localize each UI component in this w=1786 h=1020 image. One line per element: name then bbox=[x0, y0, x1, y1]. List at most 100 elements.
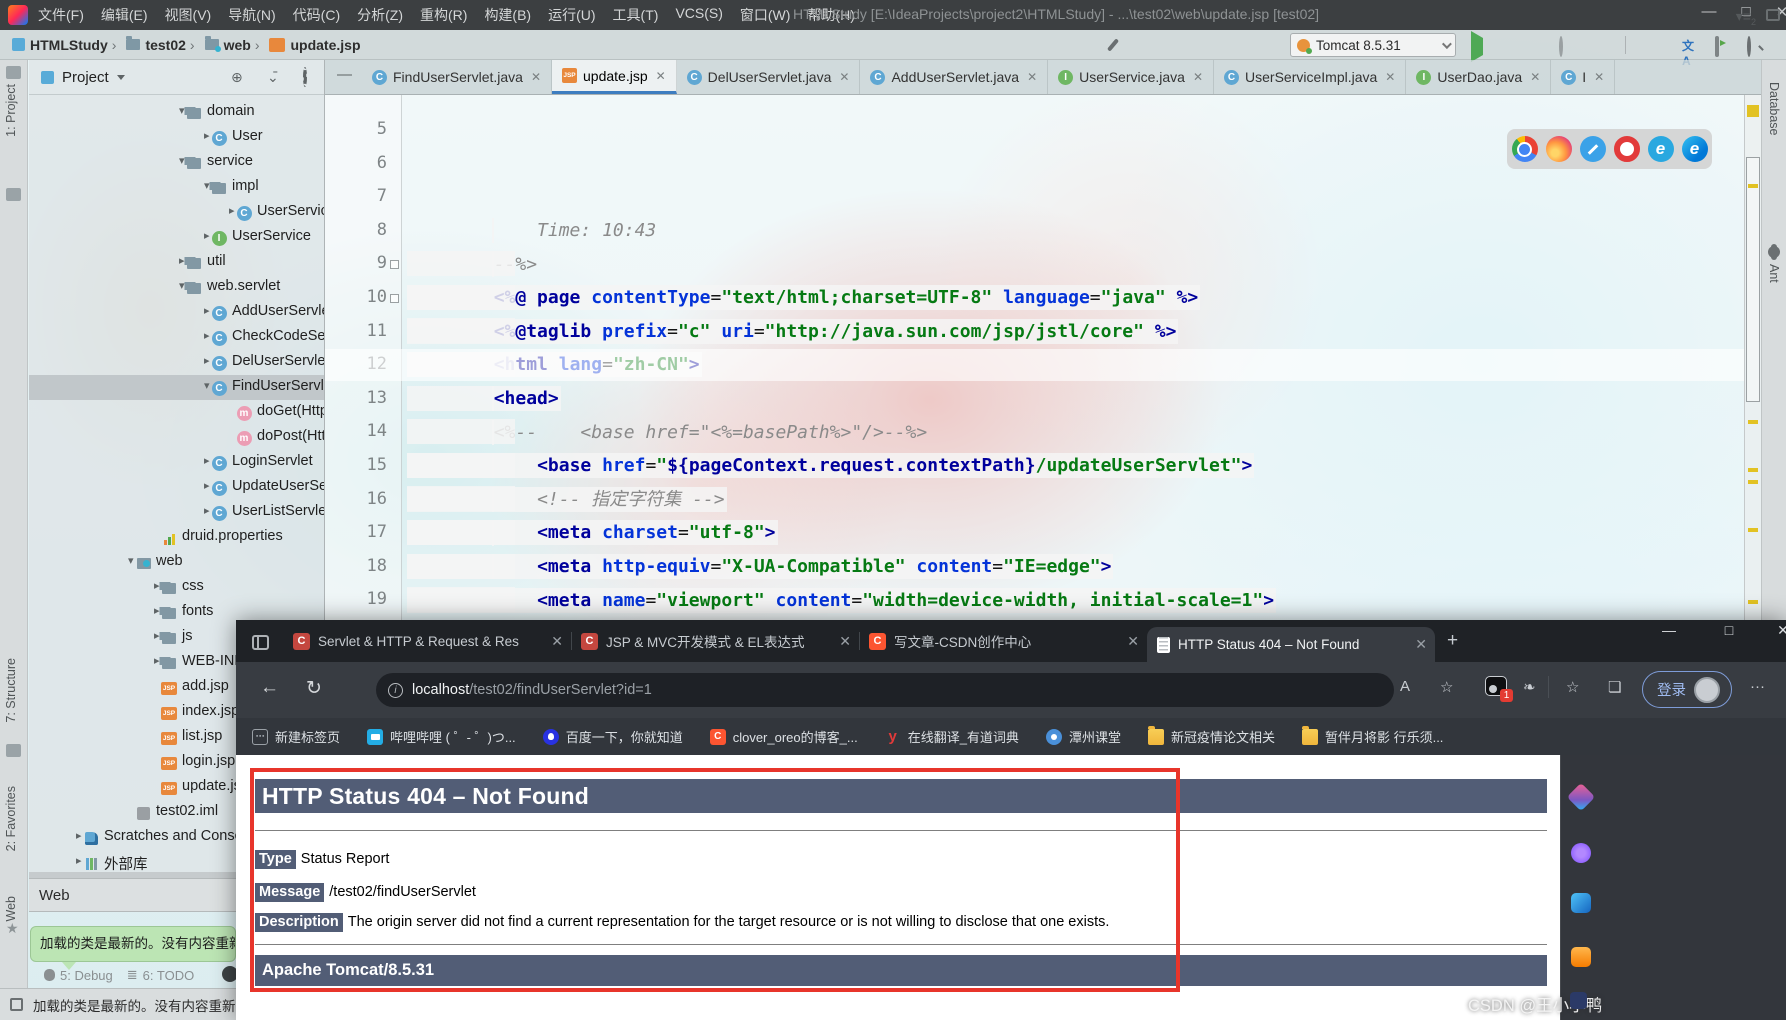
close-tab-icon[interactable]: ✕ bbox=[551, 633, 563, 650]
new-tab-button[interactable]: + bbox=[1447, 630, 1458, 652]
close-tab-icon[interactable]: ✕ bbox=[656, 69, 666, 83]
tab-list-icon[interactable]: ▾≡2 bbox=[1736, 8, 1756, 27]
warning-stripe-mark[interactable] bbox=[1748, 184, 1758, 188]
menu-item[interactable]: 窗口(W) bbox=[740, 5, 791, 25]
project-panel-title[interactable]: Project bbox=[62, 69, 109, 86]
tree-arrow-icon[interactable]: ▸ bbox=[76, 829, 82, 842]
tree-item[interactable]: ▸ AddUserServlet bbox=[29, 300, 324, 325]
tree-arrow-icon[interactable]: ▸ bbox=[154, 579, 160, 592]
editor-scrollbar[interactable] bbox=[1744, 95, 1761, 620]
tree-item[interactable]: ▸ UpdateUserServlet bbox=[29, 475, 324, 500]
star-icon[interactable]: ★ bbox=[6, 920, 19, 937]
menu-item[interactable]: 文件(F) bbox=[38, 5, 84, 25]
warnings-indicator-icon[interactable] bbox=[1747, 105, 1759, 117]
menu-item[interactable]: 代码(C) bbox=[293, 5, 340, 25]
editor-tab[interactable]: I UserService.java ✕ bbox=[1048, 60, 1214, 94]
tree-item[interactable]: ▸ LoginServlet bbox=[29, 450, 324, 475]
menu-item[interactable]: 编辑(E) bbox=[101, 5, 148, 25]
tree-arrow-icon[interactable]: ▸ bbox=[154, 654, 160, 667]
editor-tab[interactable]: JSP update.jsp ✕ bbox=[552, 60, 677, 94]
menu-item[interactable]: 视图(V) bbox=[165, 5, 212, 25]
bookmark-item[interactable]: 新冠疫情论文相关 bbox=[1148, 727, 1275, 746]
tree-item[interactable]: ▸ UserService bbox=[29, 225, 324, 250]
add-favorite-icon[interactable]: ☆ bbox=[1440, 678, 1453, 696]
fold-marker-icon[interactable] bbox=[390, 294, 399, 303]
clipboard-icon[interactable] bbox=[6, 66, 21, 79]
close-tab-icon[interactable]: ✕ bbox=[1385, 70, 1395, 84]
code-content[interactable]: Time: 10:43 --%> <%@ page contentType="t… bbox=[407, 95, 1744, 620]
run-configuration-select[interactable]: Tomcat 8.5.31 bbox=[1290, 33, 1456, 57]
profiler-icon[interactable] bbox=[1559, 36, 1563, 57]
tree-arrow-icon[interactable]: ▸ bbox=[204, 329, 210, 342]
tree-item[interactable]: ▸ util bbox=[29, 250, 324, 275]
tool-strip-ant[interactable]: Ant bbox=[1767, 264, 1781, 283]
bookmark-item[interactable]: ⋯ 新建标签页 bbox=[252, 727, 340, 746]
tab-workspaces-icon[interactable] bbox=[252, 635, 269, 650]
ide-minimize-button[interactable]: — bbox=[1696, 3, 1722, 20]
firefox-icon[interactable] bbox=[1546, 136, 1572, 162]
browser-tab[interactable]: C Servlet & HTTP & Request & Res ✕ bbox=[283, 620, 571, 662]
tree-arrow-icon[interactable]: ▸ bbox=[204, 129, 210, 142]
tree-item[interactable]: ▾ domain bbox=[29, 100, 324, 125]
tree-item[interactable]: ▸ css bbox=[29, 575, 324, 600]
locate-icon[interactable]: ⊕ bbox=[231, 71, 243, 84]
bookmark-item[interactable]: 哔哩哔哩 ( ゜- ゜)つ... bbox=[367, 727, 516, 746]
tree-item[interactable]: ▸ UserListServlet bbox=[29, 500, 324, 525]
tree-arrow-icon[interactable]: ▸ bbox=[204, 229, 210, 242]
tree-item[interactable]: ▾ web bbox=[29, 550, 324, 575]
close-tab-icon[interactable]: ✕ bbox=[1127, 633, 1139, 650]
menu-item[interactable]: 工具(T) bbox=[613, 5, 659, 25]
tool-strip-favorites[interactable]: 2: Favorites bbox=[4, 786, 18, 851]
tools-icon[interactable] bbox=[1571, 947, 1591, 967]
tool-strip-project[interactable]: 1: Project bbox=[4, 84, 18, 137]
toolwindow-toggle-icon[interactable] bbox=[10, 998, 23, 1011]
breadcrumb-item[interactable]: update.jsp bbox=[255, 37, 361, 53]
browser-tab[interactable]: C 写文章-CSDN创作中心 ✕ bbox=[859, 620, 1147, 662]
warning-stripe-mark[interactable] bbox=[1748, 600, 1758, 604]
tool-strip-web[interactable]: Web bbox=[4, 896, 18, 921]
bookmark-item[interactable]: 暂伴月将影 行乐须... bbox=[1302, 727, 1443, 746]
breadcrumb-item[interactable]: HTMLStudy bbox=[12, 37, 108, 53]
copilot-icon[interactable] bbox=[1571, 843, 1591, 863]
tree-item[interactable]: ▾ service bbox=[29, 150, 324, 175]
safari-icon[interactable] bbox=[1580, 136, 1606, 162]
editor-tab[interactable]: C I ✕ bbox=[1551, 60, 1615, 94]
tree-arrow-icon[interactable]: ▸ bbox=[204, 479, 210, 492]
tree-arrow-icon[interactable]: ▾ bbox=[179, 104, 185, 117]
menu-item[interactable]: 构建(B) bbox=[484, 5, 531, 25]
close-tab-icon[interactable]: ✕ bbox=[1594, 70, 1604, 84]
close-tab-icon[interactable]: ✕ bbox=[1415, 636, 1427, 653]
tree-arrow-icon[interactable]: ▾ bbox=[204, 379, 210, 392]
warning-stripe-mark[interactable] bbox=[1748, 528, 1758, 532]
scrollbar-thumb[interactable] bbox=[1746, 157, 1760, 402]
menu-item[interactable]: VCS(S) bbox=[675, 5, 722, 25]
opera-icon[interactable] bbox=[1614, 136, 1640, 162]
close-tab-icon[interactable]: ✕ bbox=[1027, 70, 1037, 84]
editor-settings-icon[interactable] bbox=[1766, 9, 1780, 21]
folder-icon[interactable] bbox=[6, 188, 21, 201]
close-tab-icon[interactable]: ✕ bbox=[839, 633, 851, 650]
wrench-icon[interactable] bbox=[1106, 38, 1120, 52]
tree-arrow-icon[interactable]: ▸ bbox=[154, 604, 160, 617]
tree-item[interactable]: ▸ UserServiceImpl bbox=[29, 200, 324, 225]
back-icon[interactable]: ← bbox=[260, 677, 279, 699]
tree-item[interactable]: doGet(HttpServlet bbox=[29, 400, 324, 425]
close-tab-icon[interactable]: ✕ bbox=[531, 70, 541, 84]
warning-stripe-mark[interactable] bbox=[1748, 468, 1758, 472]
fold-marker-icon[interactable] bbox=[390, 260, 399, 269]
site-info-icon[interactable]: i bbox=[388, 683, 403, 698]
tree-arrow-icon[interactable]: ▾ bbox=[128, 554, 134, 567]
editor-tab[interactable]: I UserDao.java ✕ bbox=[1406, 60, 1551, 94]
tree-arrow-icon[interactable]: ▸ bbox=[204, 454, 210, 467]
search-everywhere-icon[interactable] bbox=[1747, 36, 1751, 57]
tool-strip-database[interactable]: Database bbox=[1767, 82, 1781, 136]
collapse-all-icon[interactable]: ⌄̄ bbox=[267, 71, 279, 84]
breadcrumb-item[interactable]: test02 bbox=[112, 37, 186, 53]
tree-arrow-icon[interactable]: ▸ bbox=[76, 854, 82, 867]
tool-strip-structure[interactable]: 7: Structure bbox=[4, 658, 18, 723]
hide-tabs-icon[interactable]: — bbox=[325, 60, 362, 94]
menu-item[interactable]: 运行(U) bbox=[548, 5, 595, 25]
tab-debug[interactable]: 5: Debug bbox=[44, 968, 113, 983]
refresh-icon[interactable]: ↻ bbox=[306, 677, 322, 700]
search-icon[interactable] bbox=[1571, 893, 1591, 913]
